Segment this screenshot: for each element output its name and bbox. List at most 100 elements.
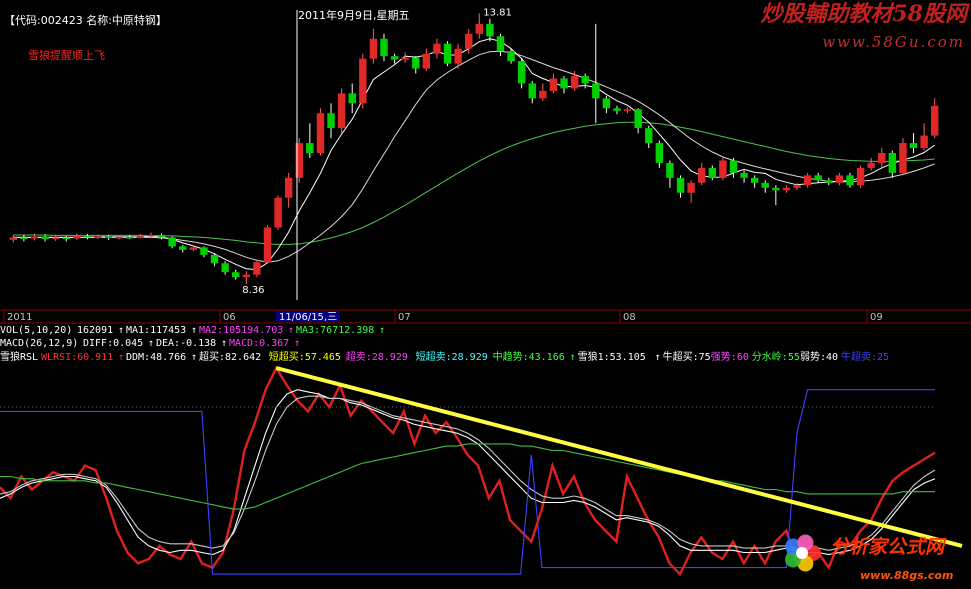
- candle-down: [888, 153, 897, 173]
- indicator-rsl-text: 弱势:40: [800, 350, 838, 363]
- indicator-rsl-text: 短超卖:28.929: [416, 350, 488, 363]
- candle-up: [422, 53, 431, 69]
- price-panel: 13.81 8.36 2011年9月9日,星期五: [9, 7, 939, 300]
- candle-down: [20, 237, 28, 239]
- candle-down: [83, 235, 92, 238]
- indicator-macd-text: DEA:-0.138: [156, 338, 216, 349]
- indicator-rsl-text: ↑: [570, 352, 576, 363]
- indicator-rsl-text: 强势:60: [711, 350, 749, 363]
- axis-tick-label: 07: [398, 312, 411, 323]
- formula-title: 雪狼提醒顺上飞: [28, 49, 105, 62]
- candle-down: [655, 143, 664, 163]
- axis-tick-label: 06: [223, 312, 236, 323]
- indicator-rsl-text: 超卖:28.929: [346, 350, 408, 363]
- indicator-rsl-text: 中趋势:43.166: [493, 350, 565, 363]
- cursor-date-label: 11/06/15,三: [279, 312, 337, 323]
- candle-up: [623, 109, 632, 111]
- candle-up: [316, 113, 325, 153]
- indicator-macd-text: DIFF:0.045: [83, 338, 143, 349]
- candle-up: [115, 236, 123, 239]
- indicator-rsl-text: ↑: [118, 352, 124, 363]
- indicator-rsl-text: 雪狼RSL: [0, 350, 38, 363]
- candle-down: [740, 172, 748, 178]
- candle-up: [359, 58, 367, 104]
- candle-up: [856, 167, 865, 186]
- candle-up: [899, 143, 907, 173]
- indicator-vol-text: 162091: [77, 325, 113, 336]
- candle-up: [687, 182, 695, 193]
- candle-up: [454, 48, 462, 64]
- candle-up: [242, 274, 251, 278]
- candle-up: [94, 236, 102, 238]
- candle-down: [210, 254, 219, 264]
- stock-code-label: 【代码:002423 名称:中原特钢】: [4, 14, 167, 27]
- candle-down: [761, 182, 769, 188]
- candle-down: [168, 237, 176, 247]
- watermark-title: 炒股輔助教材58股网: [760, 1, 967, 27]
- candle-down: [846, 175, 854, 186]
- watermark-logo-text: 分析家公式网: [830, 536, 945, 558]
- candle-down: [221, 263, 229, 273]
- candle-up: [719, 160, 727, 178]
- candle-up: [782, 187, 791, 191]
- candle-up: [835, 175, 844, 183]
- candle-down: [676, 177, 685, 193]
- candle-down: [157, 234, 166, 238]
- axis-tick-label: 09: [870, 312, 883, 323]
- indicator-rsl-text: WLRSI:60.911: [41, 352, 113, 363]
- ma-mid-line: [13, 50, 935, 263]
- candle-down: [306, 143, 314, 153]
- candle-down: [634, 109, 642, 129]
- candle-down: [443, 43, 452, 64]
- indicator-vol-text: MA2:105194.703: [199, 325, 283, 336]
- indicator-macd-text: ↑: [294, 338, 300, 349]
- candle-up: [867, 162, 875, 168]
- candle-up: [475, 23, 484, 34]
- indicator-vol-text: ↑: [118, 325, 124, 336]
- candle-down: [179, 246, 187, 250]
- candle-up: [9, 237, 18, 240]
- indicator-panel: VOL(5,10,20) 162091 ↑ MA1:117453 ↑ MA2:105194…: [0, 325, 963, 577]
- candle-up: [549, 78, 558, 91]
- stock-chart-canvas: 13.81 8.36 2011年9月9日,星期五 2011 06 07 08 09 11/06…: [0, 7, 971, 577]
- candle-up: [337, 93, 346, 129]
- candle-up: [284, 177, 293, 198]
- candle-down: [507, 51, 515, 62]
- candle-up: [147, 234, 155, 237]
- candle-down: [41, 236, 49, 239]
- candle-down: [645, 128, 653, 144]
- watermark-url: www.58Gu.com: [822, 33, 965, 51]
- candle-up: [369, 38, 378, 59]
- indicator-macd-text: MACD(26,12,9): [0, 338, 78, 349]
- indicator-rsl-text: 牛超买:75: [663, 350, 711, 363]
- candle-up: [274, 197, 282, 228]
- time-axis: 2011 06 07 08 09 11/06/15,三: [0, 309, 971, 324]
- candle-up: [539, 90, 547, 99]
- candle-up: [433, 43, 441, 54]
- candle-down: [496, 36, 505, 52]
- candle-up: [464, 33, 473, 49]
- candle-down: [348, 93, 356, 104]
- logo-center: [796, 547, 808, 559]
- candle-down: [592, 83, 600, 99]
- indicator-vol-text: ↑: [288, 325, 294, 336]
- candle-down: [581, 76, 589, 84]
- candle-up: [570, 76, 579, 89]
- indicator-rsl-text: ↑: [191, 352, 197, 363]
- candle-down: [613, 108, 621, 111]
- candle-down: [772, 187, 780, 191]
- candle-down: [380, 38, 388, 57]
- low-price-label: 8.36: [242, 285, 264, 296]
- candle-down: [62, 237, 70, 239]
- candle-down: [327, 113, 335, 129]
- candle-down: [126, 236, 134, 239]
- candle-down: [528, 83, 536, 99]
- candle-down: [909, 143, 918, 149]
- axis-tick-label: 2011: [7, 312, 32, 323]
- candle-down: [412, 57, 420, 69]
- candle-up: [263, 227, 272, 263]
- indicator-vol-text: ↑: [379, 325, 385, 336]
- candle-down: [825, 180, 833, 183]
- candle-down: [750, 177, 759, 183]
- indicator-rsl-text: 雪狼1:53.105: [578, 350, 646, 363]
